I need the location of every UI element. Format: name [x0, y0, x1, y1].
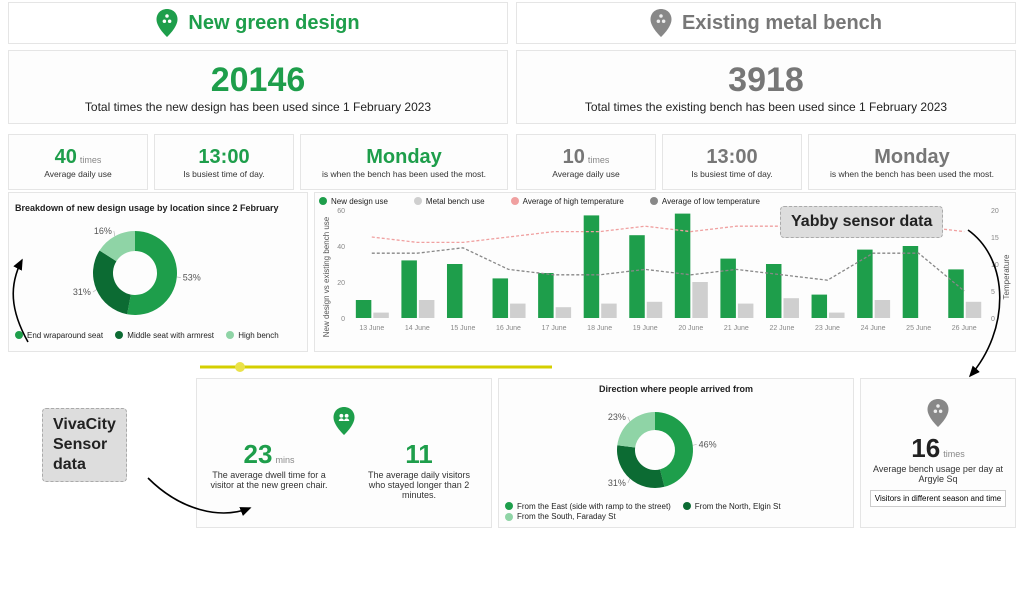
timeline-slider[interactable] [196, 360, 556, 374]
svg-text:0: 0 [991, 316, 995, 323]
left-stat-day: Monday is when the bench has been used t… [300, 134, 508, 190]
map-pin-icon [650, 9, 672, 37]
right-stat-time: 13:00 Is busiest time of day. [662, 134, 802, 190]
people-pin-icon [333, 407, 355, 435]
svg-text:60: 60 [337, 208, 345, 215]
right-stat-avg: 10 times Average daily use [516, 134, 656, 190]
svg-text:Temperature: Temperature [1002, 254, 1011, 299]
legend-item: From the East (side with ramp to the str… [505, 502, 671, 511]
legend-item: High bench [226, 331, 278, 340]
svg-text:23%: 23% [608, 411, 626, 421]
svg-text:10: 10 [991, 262, 999, 269]
legend-item: End wraparound seat [15, 331, 103, 340]
legend-item: From the North, Elgin St [683, 502, 781, 511]
left-big-card: 20146 Total times the new design has bee… [8, 50, 508, 124]
svg-text:5: 5 [991, 289, 995, 296]
svg-text:13 June: 13 June [359, 325, 384, 332]
legend-item: Average of low temperature [650, 197, 760, 206]
direction-title: Direction where people arrived from [599, 384, 753, 394]
legend-item: Middle seat with armrest [115, 331, 214, 340]
svg-text:40: 40 [337, 244, 345, 251]
left-header: New green design [8, 2, 508, 44]
svg-text:15: 15 [991, 235, 999, 242]
svg-text:23 June: 23 June [815, 325, 840, 332]
argyle-card: 16 times Average bench usage per day at … [860, 378, 1016, 528]
right-stat-day: Monday is when the bench has been used t… [808, 134, 1016, 190]
svg-text:20: 20 [991, 208, 999, 215]
svg-text:53%: 53% [183, 272, 201, 282]
left-title: New green design [188, 12, 359, 35]
svg-text:31%: 31% [73, 287, 91, 297]
legend-item: Metal bench use [414, 197, 485, 206]
right-big-card: 3918 Total times the existing bench has … [516, 50, 1016, 124]
right-title: Existing metal bench [682, 12, 882, 35]
svg-text:20: 20 [337, 280, 345, 287]
svg-text:18 June: 18 June [587, 325, 612, 332]
donut-breakdown-chart: 53% 31% 16% [15, 213, 305, 331]
visitors-season-button[interactable]: Visitors in different season and time [870, 490, 1006, 507]
dwell-card: 23 mins The average dwell time for a vis… [196, 378, 492, 528]
donut-breakdown-card: Breakdown of new design usage by locatio… [8, 192, 308, 352]
svg-text:25 June: 25 June [906, 325, 931, 332]
map-pin-icon [156, 9, 178, 37]
right-big-caption: Total times the existing bench has been … [585, 100, 947, 114]
svg-text:14 June: 14 June [405, 325, 430, 332]
svg-text:17 June: 17 June [542, 325, 567, 332]
svg-text:46%: 46% [699, 439, 717, 449]
left-stat-avg: 40 times Average daily use [8, 134, 148, 190]
svg-text:19 June: 19 June [633, 325, 658, 332]
right-header: Existing metal bench [516, 2, 1016, 44]
svg-text:22 June: 22 June [769, 325, 794, 332]
map-pin-icon [927, 399, 949, 427]
right-big-number: 3918 [728, 61, 804, 100]
left-big-number: 20146 [211, 61, 306, 100]
svg-text:21 June: 21 June [724, 325, 749, 332]
left-big-caption: Total times the new design has been used… [85, 100, 431, 114]
svg-text:16 June: 16 June [496, 325, 521, 332]
svg-text:0: 0 [341, 316, 345, 323]
svg-text:20 June: 20 June [678, 325, 703, 332]
svg-text:15 June: 15 June [450, 325, 475, 332]
donut1-title: Breakdown of new design usage by locatio… [15, 203, 279, 213]
direction-donut-chart: 46% 31% 23% [505, 394, 855, 502]
legend-item: From the South, Faraday St [505, 512, 616, 521]
direction-card: Direction where people arrived from 46% 3… [498, 378, 854, 528]
svg-text:New design vs existing bench u: New design vs existing bench use [322, 216, 331, 337]
legend-item: New design use [319, 197, 388, 206]
yabby-callout: Yabby sensor data [780, 206, 943, 238]
svg-text:31%: 31% [608, 478, 626, 488]
left-stat-time: 13:00 Is busiest time of day. [154, 134, 294, 190]
legend-item: Average of high temperature [511, 197, 624, 206]
vivacity-callout: VivaCity Sensor data [42, 408, 127, 482]
svg-text:26 June: 26 June [952, 325, 977, 332]
svg-text:24 June: 24 June [861, 325, 886, 332]
svg-text:16%: 16% [94, 226, 112, 236]
